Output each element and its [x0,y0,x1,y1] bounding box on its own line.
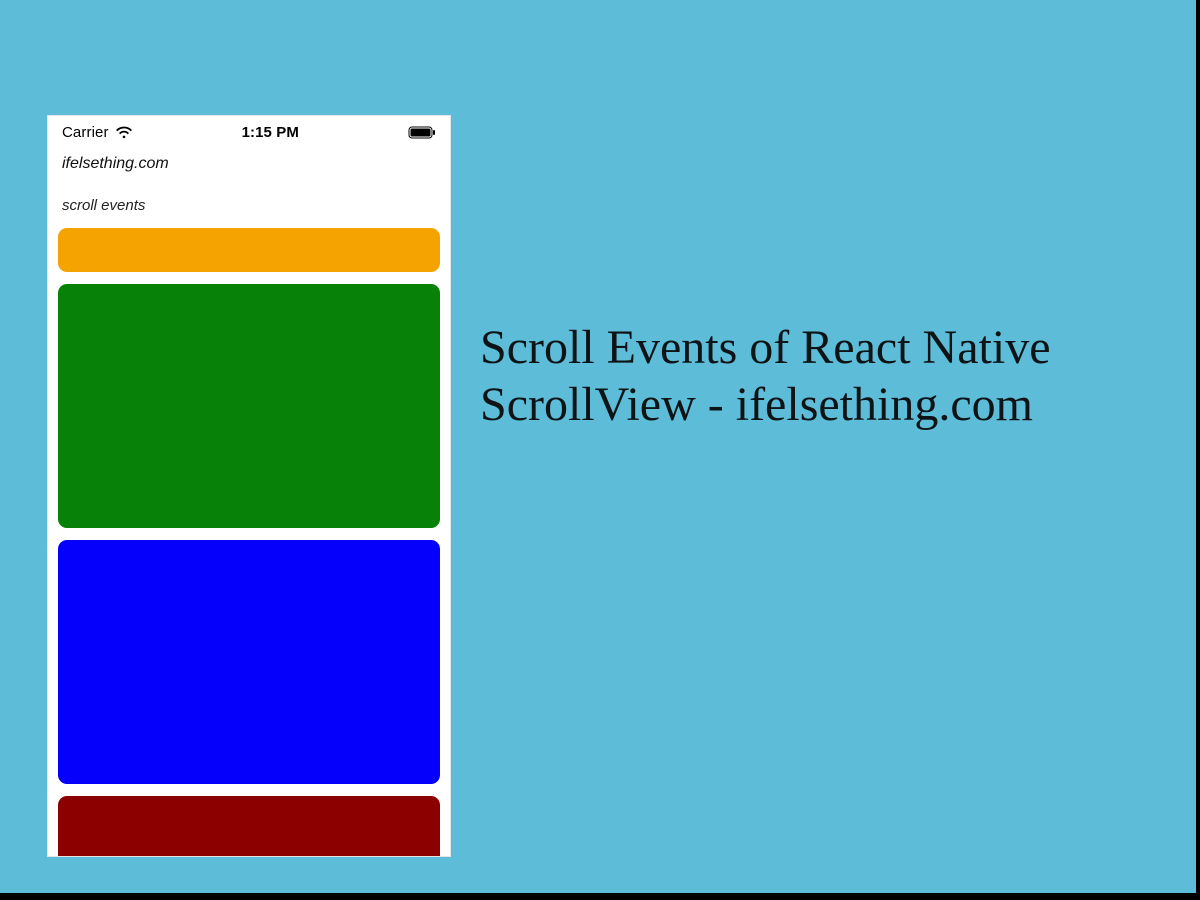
app-title: ifelsething.com [48,145,450,177]
page-headline: Scroll Events of React Native ScrollView… [480,320,1160,433]
page-canvas: Carrier 1:15 PM ifelsething.com [0,0,1196,893]
app-subtitle: scroll events [48,177,450,224]
scroll-view[interactable] [58,228,440,856]
carrier-label: Carrier [62,124,109,141]
status-bar-time: 1:15 PM [242,124,299,141]
scroll-item [58,796,440,856]
scroll-item [58,540,440,784]
scroll-item [58,228,440,272]
battery-icon [408,126,436,139]
scroll-item [58,284,440,528]
status-bar-left: Carrier [62,124,133,141]
status-bar-right [408,126,436,139]
status-bar: Carrier 1:15 PM [48,116,450,145]
wifi-icon [115,126,133,139]
phone-frame: Carrier 1:15 PM ifelsething.com [47,115,451,857]
